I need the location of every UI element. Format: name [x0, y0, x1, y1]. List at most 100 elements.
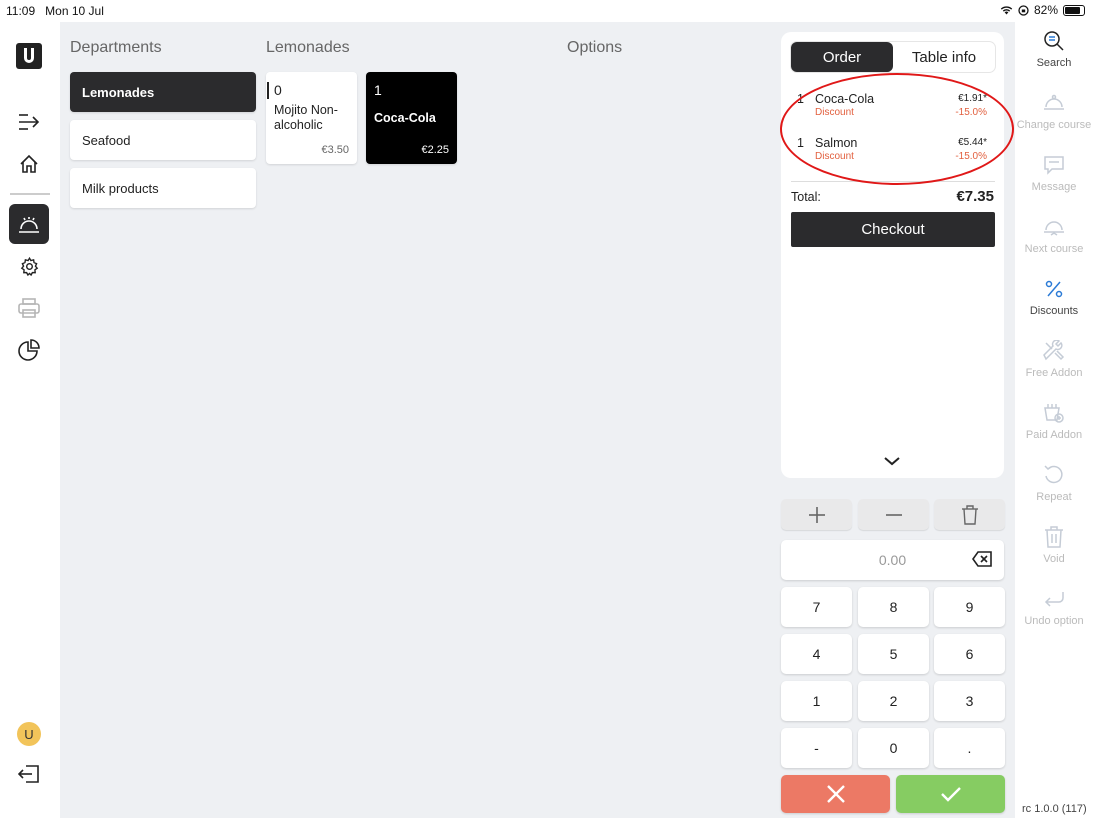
next-course-button: Next course [1015, 214, 1093, 255]
confirm-button[interactable] [896, 775, 1005, 813]
line-qty: 1 [797, 136, 804, 150]
pie-chart-icon[interactable] [9, 330, 49, 370]
tool-label: Free Addon [1025, 367, 1083, 379]
minus-icon [885, 513, 902, 516]
key-3[interactable]: 3 [934, 681, 1005, 721]
basket-plus-icon [1044, 404, 1064, 423]
message-button: Message [1015, 152, 1093, 193]
checkmark-icon [940, 787, 961, 802]
keypad-display[interactable]: 0.00 [781, 540, 1004, 580]
percent-icon [1045, 280, 1063, 298]
product-card-coca-cola[interactable]: 1 Coca-Cola €2.25 [366, 72, 457, 164]
department-lemonades[interactable]: Lemonades [70, 72, 256, 112]
line-price: €1.91* [958, 93, 987, 104]
line-discount-label: Discount [815, 151, 854, 162]
plus-icon [808, 506, 825, 523]
key-8[interactable]: 8 [858, 587, 929, 627]
chevron-down-icon[interactable] [883, 456, 901, 466]
nav-divider [10, 193, 50, 195]
cloche-arrow-icon [1044, 221, 1064, 236]
gear-icon[interactable] [9, 246, 49, 286]
order-line[interactable]: 1 Coca-Cola Discount €1.91* -15.0% [781, 92, 1004, 126]
tool-label: Next course [1024, 243, 1084, 255]
text-cursor [267, 82, 269, 99]
product-name: Mojito Non-alcoholic [274, 103, 338, 132]
printer-icon [9, 288, 49, 328]
void-button: Void [1015, 524, 1093, 565]
tool-label: Search [1036, 57, 1072, 69]
key-6[interactable]: 6 [934, 634, 1005, 674]
paid-addon-button: Paid Addon [1015, 400, 1093, 441]
total-value: €7.35 [956, 188, 994, 205]
department-seafood[interactable]: Seafood [70, 120, 256, 160]
tool-label: Undo option [1024, 615, 1084, 627]
key-1[interactable]: 1 [781, 681, 852, 721]
key-4[interactable]: 4 [781, 634, 852, 674]
discounts-button[interactable]: Discounts [1015, 276, 1093, 317]
wifi-icon [1000, 6, 1013, 15]
product-qty: 0 [274, 82, 282, 98]
order-divider [791, 181, 995, 182]
repeat-icon [1044, 465, 1063, 484]
cloche-icon [1044, 94, 1064, 110]
version-label: rc 1.0.0 (117) [1022, 803, 1087, 815]
key-decimal[interactable]: . [934, 728, 1005, 768]
home-icon[interactable] [9, 144, 49, 184]
tool-label: Discounts [1029, 305, 1079, 317]
order-line[interactable]: 1 Salmon Discount €5.44* -15.0% [781, 136, 1004, 170]
key-5[interactable]: 5 [858, 634, 929, 674]
department-milk-products[interactable]: Milk products [70, 168, 256, 208]
backspace-icon[interactable] [972, 551, 992, 567]
key-minus[interactable]: - [781, 728, 852, 768]
key-0[interactable]: 0 [858, 728, 929, 768]
key-9[interactable]: 9 [934, 587, 1005, 627]
orientation-lock-icon [1018, 4, 1029, 16]
line-qty: 1 [797, 92, 804, 106]
right-toolbar: Search Change course Message Next course… [1015, 22, 1093, 818]
options-title: Options [567, 39, 623, 56]
product-card-mojito[interactable]: 0 Mojito Non-alcoholic €3.50 [266, 72, 357, 164]
tool-label: Repeat [1036, 491, 1072, 503]
increase-button[interactable] [781, 499, 852, 530]
tool-label: Change course [1016, 119, 1092, 131]
line-discount-percent: -15.0% [955, 107, 987, 118]
departments-title: Departments [70, 39, 162, 56]
free-addon-button: Free Addon [1015, 338, 1093, 379]
close-icon [826, 785, 845, 803]
repeat-button: Repeat [1015, 462, 1093, 503]
product-qty: 1 [374, 82, 382, 98]
tool-label: Void [1043, 553, 1065, 565]
products-title: Lemonades [266, 39, 350, 56]
line-discount-percent: -15.0% [955, 151, 987, 162]
product-name: Coca-Cola [374, 111, 436, 125]
logout-icon[interactable] [9, 754, 49, 794]
undo-option-button: Undo option [1015, 586, 1093, 627]
decrease-button[interactable] [858, 499, 929, 530]
product-price: €3.50 [321, 144, 349, 156]
order-panel: Order Table info 1 Coca-Cola Discount €1… [781, 32, 1004, 478]
key-7[interactable]: 7 [781, 587, 852, 627]
line-discount-label: Discount [815, 107, 854, 118]
avatar[interactable]: U [17, 722, 41, 746]
key-2[interactable]: 2 [858, 681, 929, 721]
trash-icon [961, 504, 978, 525]
total-label: Total: [791, 190, 821, 204]
battery-percent: 82% [1033, 3, 1058, 17]
tab-order[interactable]: Order [791, 42, 893, 72]
status-bar: 11:09 Mon 10 Jul 82% [0, 0, 1093, 22]
tab-table-info[interactable]: Table info [893, 42, 995, 72]
tool-label: Paid Addon [1025, 429, 1083, 441]
checkout-button[interactable]: Checkout [791, 212, 995, 247]
logo [9, 36, 49, 76]
status-indicators: 82% [1000, 3, 1085, 17]
search-list-icon [1044, 31, 1064, 51]
service-bell-icon[interactable] [9, 204, 49, 244]
menu-arrow-icon[interactable] [9, 102, 49, 142]
message-icon [1044, 156, 1064, 175]
search-button[interactable]: Search [1015, 28, 1093, 69]
left-nav: U [0, 22, 60, 818]
line-name: Salmon [815, 136, 858, 150]
delete-button[interactable] [934, 499, 1005, 530]
cancel-button[interactable] [781, 775, 890, 813]
product-price: €2.25 [421, 144, 449, 156]
